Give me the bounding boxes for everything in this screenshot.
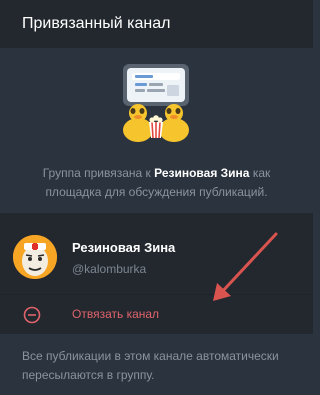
page-title: Привязанный канал [22, 15, 171, 32]
section-divider [0, 213, 313, 222]
unlink-channel-label: Отвязать канал [72, 307, 160, 321]
channel-avatar [13, 235, 57, 279]
avatar-image-icon [13, 235, 57, 279]
channel-handle: @kalomburka [72, 262, 147, 276]
unlink-channel-button[interactable]: Отвязать канал [0, 294, 313, 334]
description: Группа привязана к Резиновая Зина как пл… [16, 164, 297, 202]
channel-name: Резиновая Зина [72, 240, 176, 255]
linked-channel-item[interactable]: Резиновая Зина @kalomburka [0, 222, 313, 294]
footer-hint: Все публикации в этом канале автоматичес… [22, 349, 279, 382]
header: Привязанный канал [0, 0, 313, 48]
minus-circle-icon [23, 306, 41, 324]
description-channel: Резиновая Зина [154, 166, 250, 180]
description-prefix: Группа привязана к [42, 166, 151, 180]
duck-screen-icon [123, 64, 189, 142]
linked-channel-panel: Привязанный канал Группа привязана к Рез… [0, 0, 313, 395]
